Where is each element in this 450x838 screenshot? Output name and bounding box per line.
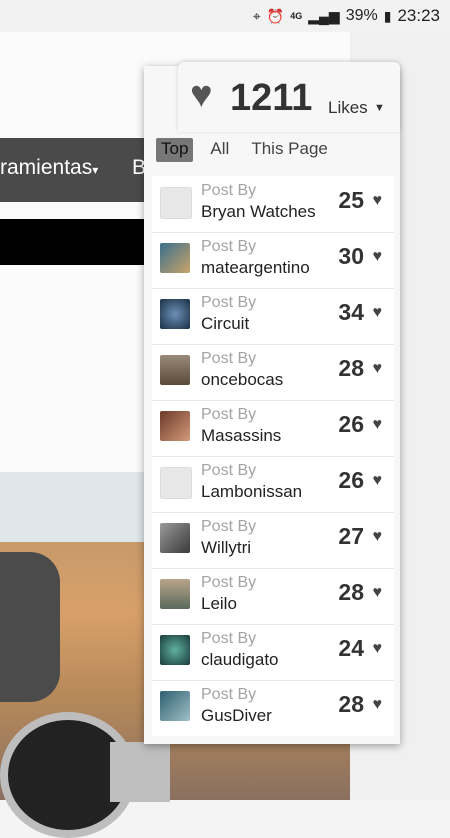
post-by-label: Post By	[201, 630, 257, 647]
username[interactable]: Willytri	[201, 538, 251, 558]
network-type: 4G	[290, 10, 303, 21]
list-item[interactable]: Post By oncebocas 28 ♥	[152, 344, 394, 401]
heart-icon: ♥	[372, 472, 383, 489]
avatar	[160, 691, 190, 721]
post-by-label: Post By	[201, 182, 257, 199]
caret-down-icon: ▾	[92, 163, 99, 177]
like-count: 26	[338, 467, 364, 493]
like-count: 28	[338, 691, 364, 717]
like-count: 28	[338, 579, 364, 605]
clock: 23:23	[397, 6, 440, 25]
post-by-label: Post By	[201, 406, 257, 423]
likes-label: Likes	[328, 98, 368, 117]
post-by-label: Post By	[201, 462, 257, 479]
caret-down-icon[interactable]: ▼	[374, 102, 385, 114]
avatar	[160, 579, 190, 609]
signal-icon: ▂▄▆	[308, 8, 340, 24]
list-item[interactable]: Post By Circuit 34 ♥	[152, 288, 394, 345]
tab-this-page[interactable]: This Page	[246, 138, 333, 162]
alarm-icon: ⏰	[266, 8, 285, 24]
list-item[interactable]: Post By claudigato 24 ♥	[152, 624, 394, 681]
post-by-label: Post By	[201, 294, 257, 311]
likes-list: Post By Bryan Watches 25 ♥ Post By matea…	[152, 176, 394, 736]
like-count: 30	[338, 243, 364, 269]
avatar	[160, 467, 192, 499]
nav-item-herramientas[interactable]: ramientas▾	[0, 156, 98, 180]
post-by-label: Post By	[201, 574, 257, 591]
location-icon: ⌖	[252, 8, 261, 24]
heart-icon: ♥	[372, 696, 383, 713]
avatar	[160, 523, 190, 553]
status-icons: ⌖ ⏰ 4G ▂▄▆ 39% ▮ 23:23	[253, 6, 440, 26]
like-count: 34	[338, 299, 364, 325]
post-by-label: Post By	[201, 350, 257, 367]
likes-total: 1211	[230, 77, 313, 119]
likes-summary[interactable]: ♥ 1211 Likes ▼	[178, 62, 400, 132]
list-item[interactable]: Post By mateargentino 30 ♥	[152, 232, 394, 289]
username[interactable]: claudigato	[201, 650, 279, 670]
heart-icon: ♥	[372, 192, 383, 209]
like-count: 26	[338, 411, 364, 437]
like-count: 27	[338, 523, 364, 549]
photo-shape	[0, 552, 60, 702]
heart-icon: ♥	[372, 248, 383, 265]
heart-icon: ♥	[372, 640, 383, 657]
username[interactable]: mateargentino	[201, 258, 310, 278]
avatar	[160, 635, 190, 665]
heart-icon: ♥	[190, 74, 213, 116]
username[interactable]: GusDiver	[201, 706, 272, 726]
list-item[interactable]: Post By Masassins 26 ♥	[152, 400, 394, 457]
list-item[interactable]: Post By Leilo 28 ♥	[152, 568, 394, 625]
avatar	[160, 243, 190, 273]
avatar	[160, 355, 190, 385]
post-by-label: Post By	[201, 686, 257, 703]
avatar	[160, 411, 190, 441]
username[interactable]: Circuit	[201, 314, 249, 334]
like-count: 25	[338, 187, 364, 213]
avatar	[160, 187, 192, 219]
post-by-label: Post By	[201, 518, 257, 535]
tab-all[interactable]: All	[205, 138, 234, 162]
heart-icon: ♥	[372, 584, 383, 601]
like-count: 28	[338, 355, 364, 381]
like-count: 24	[338, 635, 364, 661]
status-bar: ⌖ ⏰ 4G ▂▄▆ 39% ▮ 23:23	[0, 0, 450, 32]
battery-icon: ▮	[383, 8, 392, 24]
username[interactable]: Bryan Watches	[201, 202, 316, 222]
username[interactable]: Lambonissan	[201, 482, 302, 502]
heart-icon: ♥	[372, 528, 383, 545]
watch-band	[110, 742, 170, 802]
username[interactable]: oncebocas	[201, 370, 283, 390]
heart-icon: ♥	[372, 416, 383, 433]
username[interactable]: Leilo	[201, 594, 237, 614]
list-item[interactable]: Post By Willytri 27 ♥	[152, 512, 394, 569]
likes-tabs: Top All This Page	[156, 138, 333, 162]
list-item[interactable]: Post By GusDiver 28 ♥	[152, 680, 394, 736]
list-item[interactable]: Post By Bryan Watches 25 ♥	[152, 176, 394, 233]
username[interactable]: Masassins	[201, 426, 281, 446]
list-item[interactable]: Post By Lambonissan 26 ♥	[152, 456, 394, 513]
post-by-label: Post By	[201, 238, 257, 255]
tab-top[interactable]: Top	[156, 138, 194, 162]
heart-icon: ♥	[372, 360, 383, 377]
avatar	[160, 299, 190, 329]
heart-icon: ♥	[372, 304, 383, 321]
battery-percent: 39%	[345, 7, 378, 24]
